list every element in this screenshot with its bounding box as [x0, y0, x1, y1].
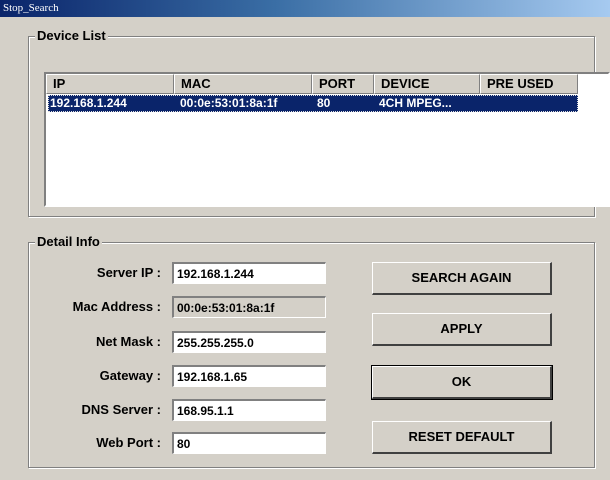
reset-default-button[interactable]: RESET DEFAULT	[372, 421, 552, 454]
row-port: 80	[317, 96, 331, 110]
web-port-label: Web Port :	[96, 435, 161, 450]
list-header: IP MAC PORT DEVICE PRE USED	[46, 74, 608, 94]
dns-server-field[interactable]	[172, 399, 326, 421]
column-port[interactable]: PORT	[312, 74, 374, 94]
ok-button[interactable]: OK	[371, 365, 553, 400]
window-title: Stop_Search	[3, 2, 59, 14]
net-mask-field[interactable]	[172, 331, 326, 353]
apply-button[interactable]: APPLY	[372, 313, 552, 346]
mac-address-field	[172, 296, 326, 318]
column-pre-used[interactable]: PRE USED	[480, 74, 578, 94]
detail-info-label: Detail Info	[35, 234, 102, 250]
gateway-field[interactable]	[172, 365, 326, 387]
device-list-view[interactable]: IP MAC PORT DEVICE PRE USED 192.168.1.24…	[44, 72, 610, 207]
mac-address-label: Mac Address :	[72, 299, 161, 314]
title-bar[interactable]: Stop_Search	[0, 0, 610, 17]
list-row-selected[interactable]: 192.168.1.244 00:0e:53:01:8a:1f 80 4CH M…	[48, 95, 578, 112]
column-mac[interactable]: MAC	[174, 74, 312, 94]
row-ip: 192.168.1.244	[50, 96, 127, 110]
web-port-field[interactable]	[172, 432, 326, 454]
column-device[interactable]: DEVICE	[374, 74, 480, 94]
device-list-label: Device List	[35, 28, 108, 44]
server-ip-label: Server IP :	[96, 265, 161, 280]
server-ip-field[interactable]	[172, 262, 326, 284]
dns-server-label: DNS Server :	[81, 402, 161, 417]
gateway-label: Gateway :	[99, 368, 161, 383]
row-mac: 00:0e:53:01:8a:1f	[180, 96, 278, 110]
row-device: 4CH MPEG...	[379, 96, 452, 110]
net-mask-label: Net Mask :	[95, 334, 161, 349]
column-ip[interactable]: IP	[46, 74, 174, 94]
search-again-button[interactable]: SEARCH AGAIN	[372, 262, 552, 295]
